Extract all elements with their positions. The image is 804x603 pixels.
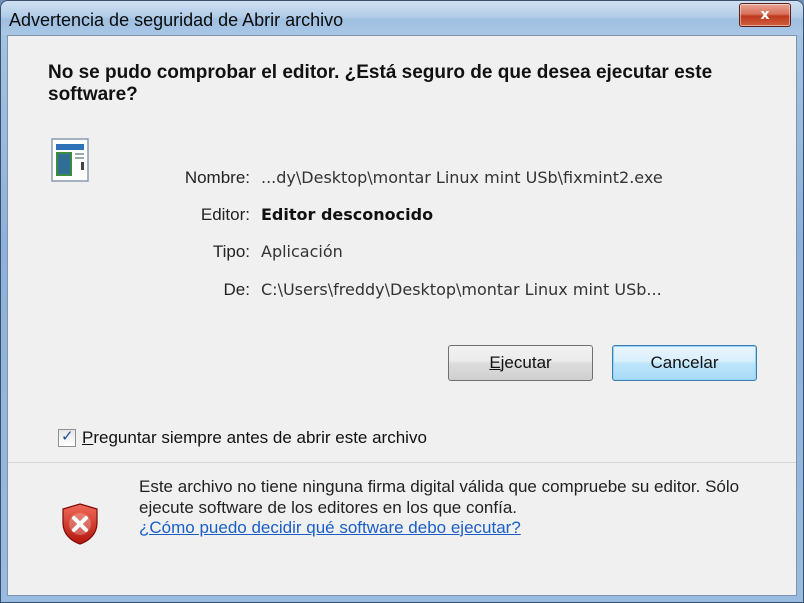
name-label: Nombre: xyxy=(184,168,250,187)
publisher-value: Editor desconocido xyxy=(261,205,434,224)
type-value: Aplicación xyxy=(261,242,343,261)
close-button[interactable]: x xyxy=(739,3,791,27)
type-label: Tipo: xyxy=(212,242,250,261)
help-link[interactable]: ¿Cómo puedo decidir qué software debo ej… xyxy=(139,518,521,538)
from-value: C:\Users\freddy\Desktop\montar Linux min… xyxy=(261,280,662,299)
from-label: De: xyxy=(223,280,250,299)
name-value: ...dy\Desktop\montar Linux mint USb\fixm… xyxy=(261,168,663,187)
dialog-content: No se pudo comprobar el editor. ¿Está se… xyxy=(7,35,797,596)
title-bar[interactable]: Advertencia de seguridad de Abrir archiv… xyxy=(1,1,803,35)
publisher-label: Editor: xyxy=(200,205,250,224)
close-icon: x xyxy=(760,7,770,23)
security-shield-error-icon xyxy=(62,503,98,545)
run-button[interactable]: Ejecutar xyxy=(448,345,593,381)
warning-message: Este archivo no tiene ninguna firma digi… xyxy=(139,477,740,517)
cancel-button[interactable]: Cancelar xyxy=(612,345,757,381)
application-file-icon xyxy=(51,138,89,182)
dialog-heading: No se pudo comprobar el editor. ¿Está se… xyxy=(48,62,713,105)
window-title: Advertencia de seguridad de Abrir archiv… xyxy=(9,10,344,30)
checkmark-icon: ✓ xyxy=(61,427,74,445)
security-warning-dialog: Advertencia de seguridad de Abrir archiv… xyxy=(0,0,804,603)
main-panel: No se pudo comprobar el editor. ¿Está se… xyxy=(8,36,796,460)
always-ask-checkbox[interactable]: ✓ xyxy=(58,427,76,447)
always-ask-label[interactable]: Preguntar siempre antes de abrir este ar… xyxy=(82,428,427,448)
